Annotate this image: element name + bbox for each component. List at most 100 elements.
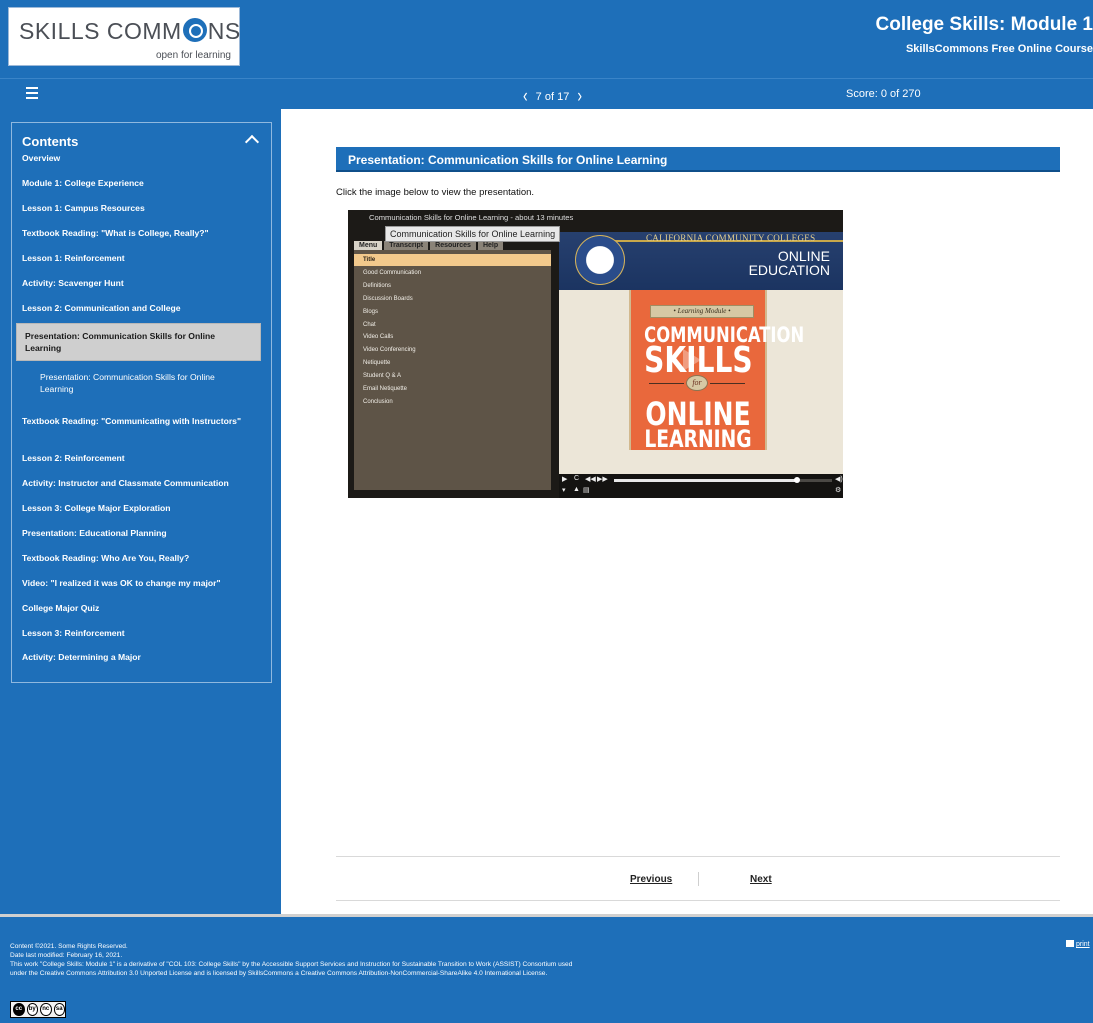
slide-menu-item[interactable]: Chat [354,319,551,331]
hamburger-menu-icon[interactable] [26,87,38,99]
page-pager: ‹ 7 of 17 › [523,84,582,106]
license-text-line-1: This work "College Skills: Module 1" is … [10,961,573,968]
sidebar-item[interactable]: Activity: Determining a Major [22,651,250,663]
slide-menu-item[interactable]: Definitions [354,280,551,292]
online-word: ONLINE [777,248,830,264]
tab-resources[interactable]: Resources [430,241,476,250]
sidebar-item[interactable]: Lesson 2: Communication and College [22,302,250,314]
previous-link[interactable]: Previous [630,874,672,885]
tab-menu[interactable]: Menu [354,241,383,250]
score-display: Score: 0 of 270 [846,88,921,100]
tab-transcript[interactable]: Transcript [384,241,429,250]
fast-forward-icon[interactable]: ▶▶ [597,475,608,483]
logo-tagline: open for learning [155,50,231,61]
slide-menu-item[interactable]: Video Calls [354,331,551,343]
sidebar-item[interactable]: Textbook Reading: Who Are You, Really? [22,552,250,564]
sidebar-item[interactable]: Lesson 1: Campus Resources [22,202,250,214]
slide-menu-item[interactable]: Conclusion [354,396,551,408]
skillscommons-logo[interactable]: SKILLS COMM NS open for learning [8,7,240,66]
contents-title: Contents [22,134,79,149]
learning-module-ribbon: • Learning Module • [650,305,754,318]
sidebar-item[interactable]: Module 1: College Experience [22,177,250,189]
creative-commons-badge-icon[interactable]: cc by nc sa [10,1001,66,1018]
seek-progress [614,479,798,482]
pagination-bar: Previous Next [336,856,1060,901]
slide-menu-item[interactable]: Blogs [354,306,551,318]
next-link[interactable]: Next [750,874,772,885]
print-label: print [1076,941,1090,948]
tab-help[interactable]: Help [477,241,504,250]
logo-wordmark: SKILLS COMM NS [19,18,241,45]
slide-menu-item[interactable]: Student Q & A [354,370,551,382]
college-seal-icon [575,235,625,285]
presentation-player[interactable]: Communication Skills for Online Learning… [348,210,843,498]
slide-preview[interactable]: CALIFORNIA COMMUNITY COLLEGES ONLINE EDUC… [559,232,843,474]
caret-up-icon[interactable]: ▲ [573,486,580,493]
slide-menu-item[interactable]: Title [354,254,551,266]
pagination-divider [698,872,699,886]
play-icon[interactable]: ▶ [562,475,567,483]
sidebar-item[interactable]: Presentation: Educational Planning [22,527,250,539]
chevron-up-icon[interactable] [244,134,260,150]
sidebar-item[interactable]: Textbook Reading: "Communicating with In… [22,415,250,427]
closed-captions-icon[interactable]: ▤ [583,486,590,494]
settings-icon[interactable]: ⚙ [835,486,841,494]
course-subtitle: SkillsCommons Free Online Course [905,43,1093,55]
cc-icon: cc [13,1003,25,1016]
seek-handle[interactable] [794,477,801,483]
education-word: EDUCATION [748,262,830,278]
sidebar-item[interactable]: Presentation: Communication Skills for O… [16,323,261,361]
sidebar-item[interactable]: Lesson 1: Reinforcement [22,252,250,264]
seek-bar[interactable] [614,477,832,483]
divider-line [649,383,684,384]
player-controls: ▶ C ◀◀ ▶▶ ◀) ▾ ▲ ▤ ⚙ [559,474,843,498]
sidebar-item[interactable]: Video: "I realized it was OK to change m… [22,577,250,589]
player-tooltip: Communication Skills for Online Learning [385,226,561,242]
chevron-right-icon[interactable]: › [577,84,582,106]
site-header: SKILLS COMM NS open for learning College … [0,0,1093,78]
nc-icon: nc [40,1003,52,1016]
sidebar: Contents Overview Module 1: College Exper… [0,109,281,914]
logo-text-part-2: NS [207,18,241,44]
course-navbar: ‹ 7 of 17 › Score: 0 of 270 [0,78,1093,109]
slide-menu-item[interactable]: Netiquette [354,357,551,369]
chevron-left-icon[interactable]: ‹ [523,84,528,106]
rewind-icon[interactable]: ◀◀ [585,475,596,483]
sidebar-item[interactable]: Lesson 3: College Major Exploration [22,502,250,514]
sidebar-item[interactable]: Lesson 3: Reinforcement [22,627,250,639]
slide-menu-item[interactable]: Video Conferencing [354,344,551,356]
print-link[interactable]: print [1066,940,1090,948]
copyright-text: Content ©2021. Some Rights Reserved. [10,943,128,950]
logo-text-part-1: SKILLS COMM [19,18,182,44]
replay-icon[interactable]: C [574,475,579,482]
license-text-line-2: under the Creative Commons Attribution 3… [10,970,548,977]
play-overlay-icon[interactable] [683,349,701,371]
gear-icon [182,18,207,42]
sidebar-item[interactable]: Activity: Instructor and Classmate Commu… [22,477,250,489]
site-footer: Content ©2021. Some Rights Reserved. Dat… [0,914,1093,1023]
sidebar-item[interactable]: Activity: Scavenger Hunt [22,277,250,289]
slide-menu: Title Good Communication Definitions Discus… [354,250,551,490]
course-title: College Skills: Module 1 [875,14,1093,35]
sidebar-item[interactable]: Textbook Reading: "What is College, Real… [22,227,250,239]
divider-line [710,383,745,384]
last-modified-text: Date last modified: February 16, 2021. [10,952,123,959]
sidebar-item[interactable]: College Major Quiz [22,602,250,614]
volume-icon[interactable]: ◀) [835,475,843,483]
by-icon: by [26,1003,38,1016]
page-title: Presentation: Communication Skills for O… [336,147,1060,172]
sa-icon: sa [53,1003,65,1016]
slide-word-for: for [686,375,708,391]
banner-text: CALIFORNIA COMMUNITY COLLEGES [646,233,816,243]
slide-menu-item[interactable]: Discussion Boards [354,293,551,305]
player-title: Communication Skills for Online Learning… [369,213,574,222]
sidebar-item[interactable]: Overview [22,152,250,164]
slide-menu-item[interactable]: Email Netiquette [354,383,551,395]
slide-menu-item[interactable]: Good Communication [354,267,551,279]
pager-text: 7 of 17 [535,91,570,103]
captions-menu-icon[interactable]: ▾ [562,486,566,494]
online-education-text: ONLINE EDUCATION [749,249,830,277]
sidebar-item[interactable]: Lesson 2: Reinforcement [22,452,250,464]
slide-word-learning: LEARNING [644,425,752,453]
sidebar-item[interactable]: Presentation: Communication Skills for O… [40,371,250,395]
